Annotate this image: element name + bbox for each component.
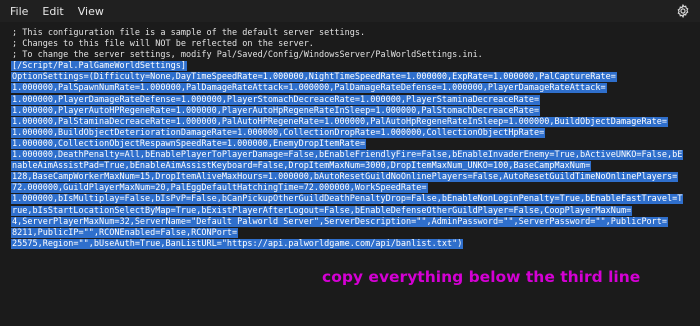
selected-text-line[interactable]: 25575,Region="",bUseAuth=True,BanListURL…	[11, 238, 695, 250]
selected-text-line[interactable]: 1.000000,DeathPenalty=All,bEnablePlayerT…	[11, 150, 695, 161]
selected-text-line[interactable]: 1.000000,PalStaminaDecreaceRate=1.000000…	[11, 116, 695, 128]
line-text: 25575,Region="",bUseAuth=True,BanListURL…	[11, 238, 464, 249]
menu-view[interactable]: View	[71, 5, 111, 18]
line-text: 72.000000,GuildPlayerMaxNum=20,PalEggDef…	[11, 183, 428, 194]
line-text: [/Script/Pal.PalGameWorldSettings]	[11, 61, 187, 72]
selected-text-line[interactable]: 1.000000,CollectionObjectRespawnSpeedRat…	[11, 138, 695, 150]
line-text: 1.000000,CollectionObjectRespawnSpeedRat…	[11, 138, 367, 149]
menu-file[interactable]: File	[0, 5, 35, 18]
menu-bar: File Edit View	[0, 0, 700, 22]
selected-text-line[interactable]: 8211,PublicIP="",RCONEnabled=False,RCONP…	[11, 227, 695, 239]
menu-edit[interactable]: Edit	[35, 5, 70, 18]
annotation-text: copy everything below the third line	[322, 268, 641, 286]
line-text: ; To change the server settings, modify …	[12, 50, 483, 61]
editor-lines: ; This configuration file is a sample of…	[11, 28, 695, 250]
line-text: 1.000000,BuildObjectDeteriorationDamageR…	[11, 127, 546, 138]
line-text: nableAimAssistPad=True,bEnableAimAssistK…	[11, 161, 592, 172]
line-text: 128,BaseCampWorkerMaxNum=15,DropItemAliv…	[11, 172, 679, 183]
selected-text-line[interactable]: nableAimAssistPad=True,bEnableAimAssistK…	[11, 161, 695, 172]
line-text: 1.000000,PlayerDamageRateDefense=1.00000…	[11, 94, 541, 105]
line-text: rue,bIsStartLocationSelectByMap=True,bEx…	[11, 205, 633, 216]
selected-text-line[interactable]: 72.000000,GuildPlayerMaxNum=20,PalEggDef…	[11, 183, 695, 194]
selected-text-line[interactable]: OptionSettings=(Difficulty=None,DayTimeS…	[11, 72, 695, 83]
line-text: OptionSettings=(Difficulty=None,DayTimeS…	[11, 72, 617, 83]
line-text: 1.000000,PalSpawnNumRate=1.000000,PalDam…	[11, 83, 607, 94]
settings-button[interactable]	[675, 3, 691, 19]
selected-text-line[interactable]: 4,ServerPlayerMaxNum=32,ServerName="Defa…	[11, 216, 695, 228]
comment-line[interactable]: ; This configuration file is a sample of…	[11, 28, 695, 39]
line-text: 1.000000,DeathPenalty=All,bEnablePlayerT…	[11, 150, 684, 161]
comment-line[interactable]: ; Changes to this file will NOT be refle…	[11, 39, 695, 50]
selected-text-line[interactable]: 1.000000,PalSpawnNumRate=1.000000,PalDam…	[11, 83, 695, 94]
gear-icon	[677, 4, 689, 18]
selected-text-line[interactable]: 1.000000,bIsMultiplay=False,bIsPvP=False…	[11, 194, 695, 205]
selected-text-line[interactable]: 1.000000,PlayerAutoHPRegeneRate=1.000000…	[11, 105, 695, 117]
line-text: 1.000000,bIsMultiplay=False,bIsPvP=False…	[11, 194, 684, 205]
line-text: 8211,PublicIP="",RCONEnabled=False,RCONP…	[11, 227, 239, 238]
line-text: 4,ServerPlayerMaxNum=32,ServerName="Defa…	[11, 216, 669, 227]
line-text: 1.000000,PlayerAutoHPRegeneRate=1.000000…	[11, 105, 541, 116]
selected-text-line[interactable]: 1.000000,PlayerDamageRateDefense=1.00000…	[11, 94, 695, 106]
line-text: 1.000000,PalStaminaDecreaceRate=1.000000…	[11, 116, 669, 127]
comment-line[interactable]: ; To change the server settings, modify …	[11, 50, 695, 61]
selected-text-line[interactable]: 1.000000,BuildObjectDeteriorationDamageR…	[11, 127, 695, 139]
line-text: ; This configuration file is a sample of…	[12, 28, 366, 38]
selected-text-line[interactable]: 128,BaseCampWorkerMaxNum=15,DropItemAliv…	[11, 172, 695, 183]
line-text: ; Changes to this file will NOT be refle…	[12, 39, 314, 50]
selected-text-line[interactable]: rue,bIsStartLocationSelectByMap=True,bEx…	[11, 205, 695, 217]
selected-text-line[interactable]: [/Script/Pal.PalGameWorldSettings]	[11, 61, 695, 72]
